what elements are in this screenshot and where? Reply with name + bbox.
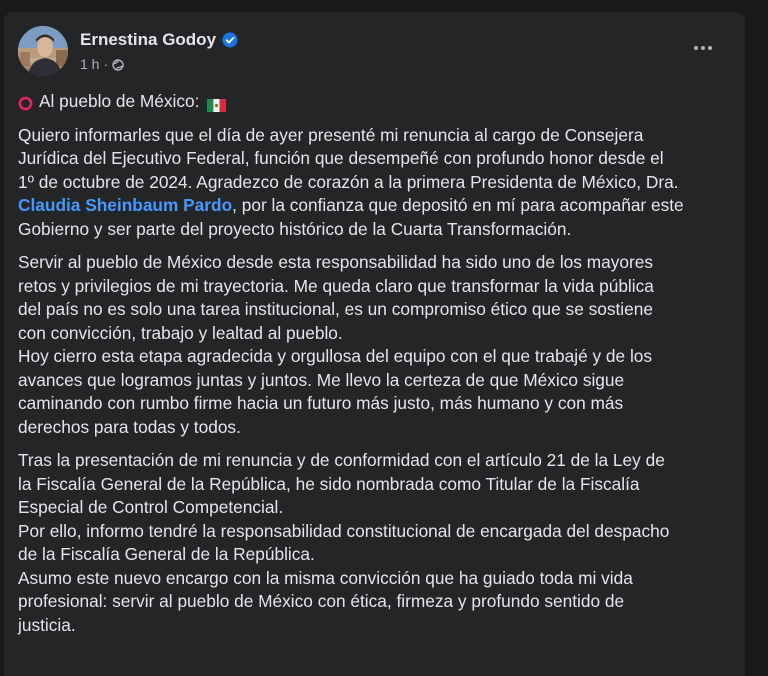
text-line: Jurídica del Ejecutivo Federal, función … — [18, 148, 664, 168]
more-options-button[interactable] — [685, 30, 721, 66]
meta-separator: · — [103, 56, 109, 72]
text-line: caminando con rumbo firme hacia un futur… — [18, 393, 624, 413]
text-line: derechos para todas y todos. — [18, 416, 241, 437]
post-timestamp[interactable]: 1 h — [80, 56, 99, 72]
headline-text: Al pueblo de México: — [39, 91, 200, 111]
post-meta: 1 h · — [80, 56, 124, 72]
text-line: con convicción, trabajo y lealtad al pue… — [18, 322, 343, 343]
mention-link[interactable]: Claudia Sheinbaum Pardo — [18, 195, 232, 215]
text-line: Quiero informarles que el día de ayer pr… — [18, 124, 644, 145]
text-line: Claudia Sheinbaum Pardo, por la confianz… — [18, 194, 728, 218]
text-line: la Fiscalía General de la República, he … — [18, 473, 640, 494]
text-line: justicia. — [18, 614, 76, 635]
paragraph-3: Tras la presentación de mi renuncia y de… — [18, 449, 728, 637]
text-line: profesional: servir al pueblo de México … — [18, 591, 625, 611]
post-header: Ernestina Godoy 1 h · — [18, 26, 731, 80]
paragraph-1: Quiero informarles que el día de ayer pr… — [18, 124, 728, 242]
author-row: Ernestina Godoy — [80, 30, 238, 50]
verified-badge-icon — [222, 32, 238, 48]
text-line: Gobierno y ser parte del proyecto histór… — [18, 218, 572, 239]
post-headline: Al pueblo de México: — [18, 90, 728, 114]
text-fragment: , por la confianza que depositó en mí pa… — [232, 195, 684, 215]
more-options-icon — [694, 46, 712, 50]
text-line: 1º de octubre de 2024. Agradezco de cora… — [18, 171, 679, 192]
text-line: avances que logramos juntas y juntos. Me… — [18, 369, 625, 390]
author-name[interactable]: Ernestina Godoy — [80, 30, 216, 50]
paragraph-2: Servir al pueblo de México desde esta re… — [18, 251, 728, 439]
text-line: Asumo este nuevo encargo con la misma co… — [18, 567, 633, 588]
text-line: Tras la presentación de mi renuncia y de… — [18, 450, 665, 470]
avatar[interactable] — [18, 26, 68, 76]
post-card: Ernestina Godoy 1 h · Al pueblo de Méxic… — [4, 12, 745, 676]
text-line: del país no es solo una tarea institucio… — [18, 299, 653, 319]
text-line: de la Fiscalía General de la República. — [18, 544, 315, 564]
text-line: Especial de Control Competencial. — [18, 497, 284, 517]
text-line: Hoy cierro esta etapa agradecida y orgul… — [18, 346, 653, 366]
globe-icon[interactable] — [112, 58, 124, 71]
mexico-flag-icon — [207, 95, 227, 113]
red-circle-icon — [18, 94, 33, 111]
text-line: retos y privilegios de mi trayectoria. M… — [18, 275, 654, 296]
post-text: Al pueblo de México: Quiero informarles … — [18, 90, 728, 647]
text-line: Servir al pueblo de México desde esta re… — [18, 252, 653, 272]
text-line: Por ello, informo tendré la responsabili… — [18, 520, 670, 541]
